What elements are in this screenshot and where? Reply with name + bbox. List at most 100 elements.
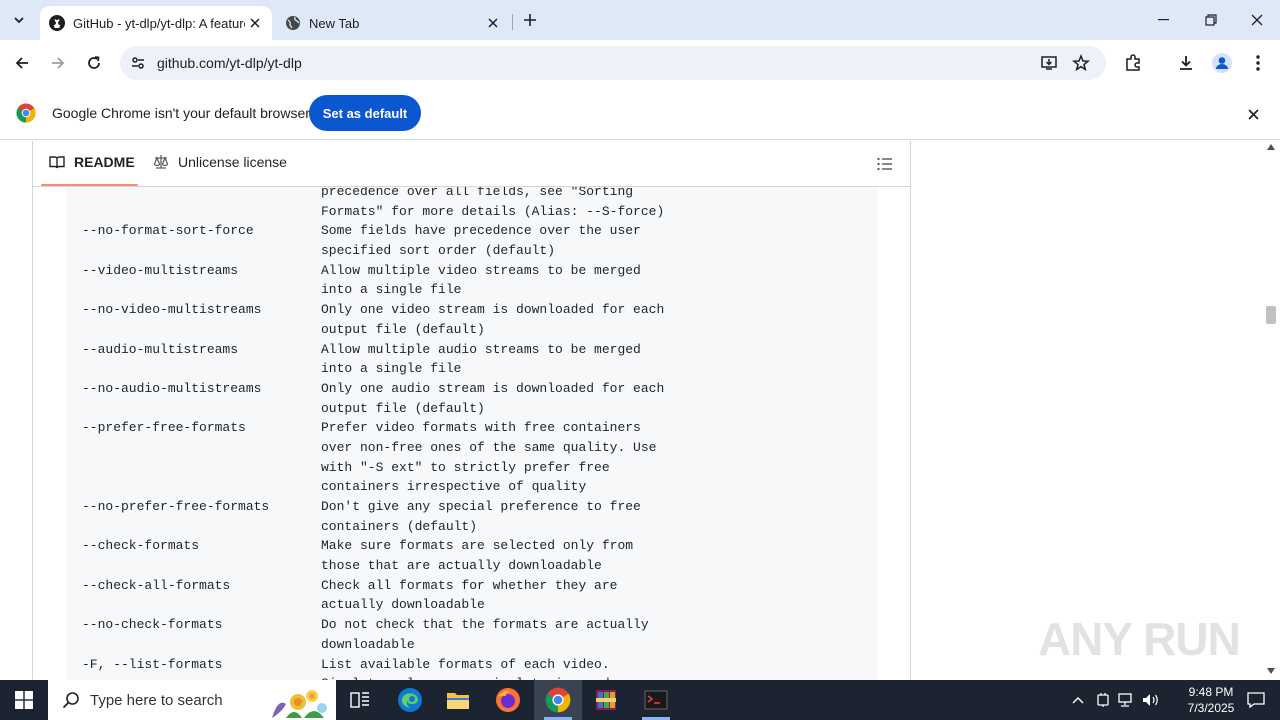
tray-volume-icon[interactable] [1140,680,1162,720]
taskbar-search-box[interactable]: Type here to search [48,680,336,720]
option-description: specified sort order (default) [321,243,556,259]
close-tab-icon[interactable] [483,13,503,33]
code-line: --no-video-multistreams Only one video st… [82,300,664,320]
taskbar-edge[interactable] [386,680,434,720]
taskbar-terminal[interactable] [632,680,680,720]
code-line: --no-format-sort-force Some fields have p… [82,221,664,241]
tab-github[interactable]: GitHub - yt-dlp/yt-dlp: A feature-rich c… [40,6,272,40]
firefox-icon [496,688,520,712]
page-scrollbar[interactable] [1262,141,1280,680]
option-flag: --check-formats [82,538,200,554]
close-window-button[interactable] [1234,0,1280,40]
watermark-logo: ANY RUN [1038,613,1241,665]
arrow-left-icon [15,57,28,69]
code-line: containers (default) [82,517,664,537]
code-line: -F, --list-formats List available formats… [82,655,664,675]
option-flag [82,595,321,615]
chevron-down-icon [14,17,24,24]
option-description: with "-S ext" to strictly prefer free [321,459,610,475]
forward-button[interactable] [44,49,72,77]
reload-icon [88,56,100,69]
taskbar-winrar[interactable] [582,680,630,720]
address-bar[interactable]: github.com/yt-dlp/yt-dlp [120,46,1106,80]
tab-separator [512,14,513,30]
code-line: --no-check-formats Do not check that the … [82,615,664,635]
close-icon [1251,14,1263,26]
option-flag: --no-audio-multistreams [82,380,262,396]
tab-search-button[interactable] [6,7,32,33]
code-line: Formats" for more details (Alias: --S-fo… [82,202,664,222]
speaker-icon [1143,694,1158,706]
list-icon [877,157,892,171]
option-description: List available formats of each video. [321,656,610,672]
windows-taskbar: Type here to search 9:48 PM 7/3/2025 [0,680,1280,720]
option-flag: --audio-multistreams [82,341,239,357]
option-description: Check all formats for whether they are [321,577,618,593]
option-flag: --no-check-formats [82,617,223,633]
option-flag: --no-video-multistreams [82,302,262,318]
tab-readme[interactable]: README [49,154,135,170]
download-icon[interactable] [1174,51,1198,75]
option-flag [82,202,321,222]
option-flag [82,359,321,379]
extensions-icon[interactable] [1121,51,1145,75]
option-flag [82,517,321,537]
code-block: precedence over all fields, see "Sorting… [66,187,877,680]
tab-readme-label: README [74,154,135,170]
option-description: over non-free ones of the same quality. … [321,439,657,455]
scroll-up-arrow-icon[interactable] [1267,144,1275,150]
option-description: those that are actually downloadable [321,558,602,574]
code-line: --video-multistreams Allow multiple video… [82,261,664,281]
taskbar-file-explorer[interactable] [434,680,482,720]
close-tab-icon[interactable] [245,13,265,33]
url-text[interactable]: github.com/yt-dlp/yt-dlp [157,55,302,71]
arrow-right-icon [52,57,65,69]
folder-icon [447,693,469,709]
code-line: downloadable [82,635,664,655]
option-flag [82,399,321,419]
option-description: Prefer video formats with free container… [321,420,641,436]
taskbar-chrome[interactable] [534,680,582,720]
notification-center-button[interactable] [1236,680,1276,720]
search-icon [62,691,80,709]
task-view-button[interactable] [336,680,384,720]
table-of-contents-button[interactable] [876,155,894,173]
start-button[interactable] [0,680,48,720]
chrome-logo-icon [16,103,36,123]
tray-network-icon[interactable] [1116,680,1136,720]
option-description: Don't give any special preference to fre… [321,499,641,514]
tab-license[interactable]: Unlicense license [153,154,287,170]
option-flag [82,458,321,478]
restore-button[interactable] [1188,0,1234,40]
restore-icon [1205,14,1217,26]
taskbar-firefox[interactable] [484,680,532,720]
site-info-icon[interactable] [128,53,148,73]
profile-avatar-icon[interactable] [1210,51,1234,75]
reload-button[interactable] [80,49,108,77]
bookmark-star-icon[interactable] [1071,53,1091,73]
code-line: --check-all-formats Check all formats for… [82,576,664,596]
tray-overflow-button[interactable] [1068,680,1088,720]
new-tab-button[interactable] [518,8,542,32]
tab-new-tab[interactable]: New Tab [276,6,510,40]
windows-logo-icon [15,691,33,709]
code-line: output file (default) [82,320,664,340]
option-flag: --no-format-sort-force [82,223,254,239]
option-flag [82,556,321,576]
scrollbar-thumb[interactable] [1266,306,1276,324]
scroll-down-arrow-icon[interactable] [1267,668,1275,674]
close-infobar-button[interactable] [1244,105,1262,123]
back-button[interactable] [8,49,36,77]
set-as-default-button[interactable]: Set as default [309,95,421,131]
option-description: precedence over all fields, see "Sorting [321,187,634,199]
install-app-icon[interactable] [1039,53,1059,73]
usb-device-icon [1097,693,1109,707]
minimize-button[interactable] [1141,0,1187,40]
option-flag [82,477,321,497]
tray-device-icon[interactable] [1093,680,1113,720]
code-line: over non-free ones of the same quality. … [82,438,664,458]
winrar-icon [596,690,616,710]
menu-kebab-icon[interactable] [1246,51,1270,75]
option-description: Formats" for more details (Alias: --S-fo… [321,203,665,219]
code-line: --check-formats Make sure formats are sel… [82,536,664,556]
